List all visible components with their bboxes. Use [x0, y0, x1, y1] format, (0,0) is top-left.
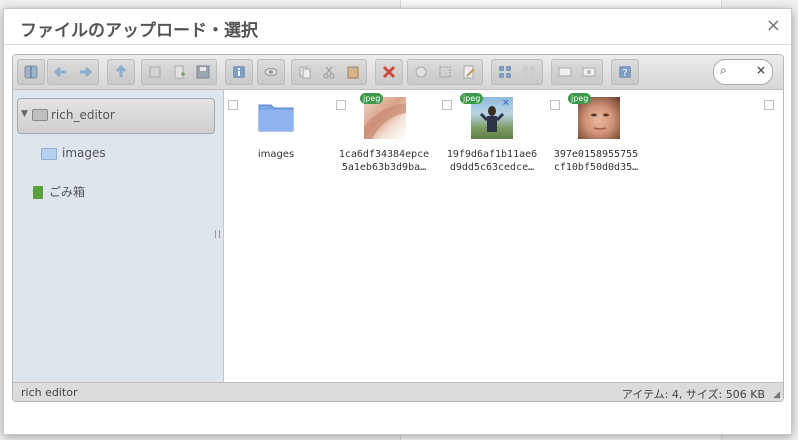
toolbar-group-view	[17, 59, 45, 85]
file-name: images	[257, 149, 295, 160]
paste-button[interactable]	[342, 62, 364, 82]
file-manager: ? ⌕ × ▼ rich_editor images ごみ箱 images jp…	[12, 54, 784, 402]
duplicate-button[interactable]	[410, 62, 432, 82]
status-path: rich editor	[21, 386, 78, 399]
toolbar-group-file	[141, 59, 217, 85]
toolbar: ? ⌕ ×	[13, 55, 783, 90]
sidebar-icon	[24, 65, 38, 79]
new-file-button[interactable]	[168, 62, 190, 82]
tree-item-trash[interactable]: ごみ箱	[33, 183, 85, 200]
info-icon	[233, 66, 245, 78]
up-button[interactable]	[110, 62, 132, 82]
duplicate-icon	[415, 66, 427, 78]
file-list: images jpeg 1ca6df34384epce 5a1eb63b3d9b…	[224, 90, 783, 382]
folder-icon	[41, 147, 57, 160]
status-summary: アイテム: 4, サイズ: 506 KB	[621, 388, 765, 401]
file-checkbox[interactable]	[336, 100, 346, 110]
svg-text:?: ?	[622, 68, 627, 79]
jpeg-badge: jpeg	[460, 93, 484, 104]
toolbar-group-clipboard	[291, 59, 367, 85]
cut-button[interactable]	[318, 62, 340, 82]
trash-icon	[33, 186, 43, 199]
expand-arrow-icon[interactable]: ▼	[21, 109, 28, 119]
extract-icon	[582, 67, 596, 77]
tree-item-images[interactable]: images	[41, 146, 106, 160]
scissors-icon	[323, 66, 335, 79]
icons-view-button[interactable]	[494, 62, 516, 82]
rename-icon	[463, 65, 475, 79]
sidebar-resize-handle[interactable]	[215, 230, 220, 238]
arrow-up-icon	[115, 64, 127, 77]
eye-icon	[264, 68, 278, 76]
resize-grip-icon[interactable]: ◢	[773, 390, 780, 400]
remove-selection-icon[interactable]: ×	[502, 98, 510, 108]
jpeg-badge: jpeg	[360, 93, 384, 104]
file-name-line2: cf10bf50d0d35…	[553, 162, 639, 173]
tree-item-label: images	[62, 146, 106, 160]
file-name-line1: 19f9d6af1b11ae6	[446, 149, 538, 160]
file-dialog: ファイルのアップロード・選択 × ? ⌕ × ▼ rich_editor ima…	[3, 8, 792, 435]
rename-button[interactable]	[458, 62, 480, 82]
new-file-icon	[174, 65, 185, 79]
folder-icon	[258, 104, 294, 132]
forward-button[interactable]	[74, 62, 96, 82]
arrow-left-icon	[53, 66, 66, 78]
dialog-title: ファイルのアップロード・選択	[20, 21, 258, 41]
file-name-line1: 397e0158955755	[553, 149, 639, 160]
tree-item-label: ごみ箱	[49, 185, 86, 199]
back-button[interactable]	[50, 62, 72, 82]
toolbar-group-nav	[47, 59, 99, 85]
help-button[interactable]: ?	[614, 62, 636, 82]
new-folder-button[interactable]	[144, 62, 166, 82]
search-icon: ⌕	[720, 63, 727, 77]
file-checkbox[interactable]	[550, 100, 560, 110]
toolbar-group-up	[107, 59, 135, 85]
drive-icon	[32, 109, 48, 121]
toolbar-group-delete	[375, 59, 403, 85]
preview-button[interactable]	[260, 62, 282, 82]
select-icon	[439, 66, 451, 78]
search-input[interactable]: ⌕ ×	[713, 59, 773, 85]
info-button[interactable]	[228, 62, 250, 82]
folder-tree: ▼ rich_editor images ごみ箱	[13, 90, 224, 382]
title-divider	[4, 44, 791, 45]
save-button[interactable]	[192, 62, 214, 82]
toolbar-group-preview	[257, 59, 285, 85]
list-icon	[523, 66, 535, 78]
close-button[interactable]: ×	[766, 15, 781, 36]
archive-button[interactable]	[554, 62, 576, 82]
toolbar-group-extra	[551, 59, 603, 85]
file-checkbox[interactable]	[228, 100, 238, 110]
tree-root-rich-editor[interactable]: ▼ rich_editor	[17, 98, 215, 134]
grid-icon	[499, 66, 511, 78]
tree-root-label: rich_editor	[51, 108, 115, 122]
file-checkbox[interactable]	[442, 100, 452, 110]
file-name-line2: 5a1eb63b3d9ba…	[341, 162, 427, 173]
help-icon: ?	[619, 66, 631, 79]
delete-icon	[382, 65, 396, 79]
toolbar-group-layout	[491, 59, 543, 85]
list-view-button[interactable]	[518, 62, 540, 82]
extract-button[interactable]	[578, 62, 600, 82]
copy-button[interactable]	[294, 62, 316, 82]
toolbar-group-edit	[407, 59, 483, 85]
select-all-checkbox[interactable]	[764, 100, 774, 110]
archive-icon	[558, 67, 572, 77]
select-button[interactable]	[434, 62, 456, 82]
toolbar-group-help: ?	[611, 59, 639, 85]
file-name-line1: 1ca6df34384epce	[338, 149, 430, 160]
clear-search-icon[interactable]: ×	[756, 63, 766, 77]
jpeg-badge: jpeg	[568, 93, 592, 104]
toggle-sidebar-button[interactable]	[20, 62, 42, 82]
new-folder-icon	[149, 66, 161, 78]
copy-icon	[299, 66, 311, 79]
save-icon	[196, 65, 210, 79]
status-bar: rich editor アイテム: 4, サイズ: 506 KB ◢	[13, 382, 783, 401]
arrow-right-icon	[80, 66, 93, 78]
delete-button[interactable]	[378, 62, 400, 82]
file-name-line2: d9dd5c63cedce…	[449, 162, 535, 173]
paste-icon	[347, 66, 359, 79]
toolbar-group-info	[225, 59, 253, 85]
